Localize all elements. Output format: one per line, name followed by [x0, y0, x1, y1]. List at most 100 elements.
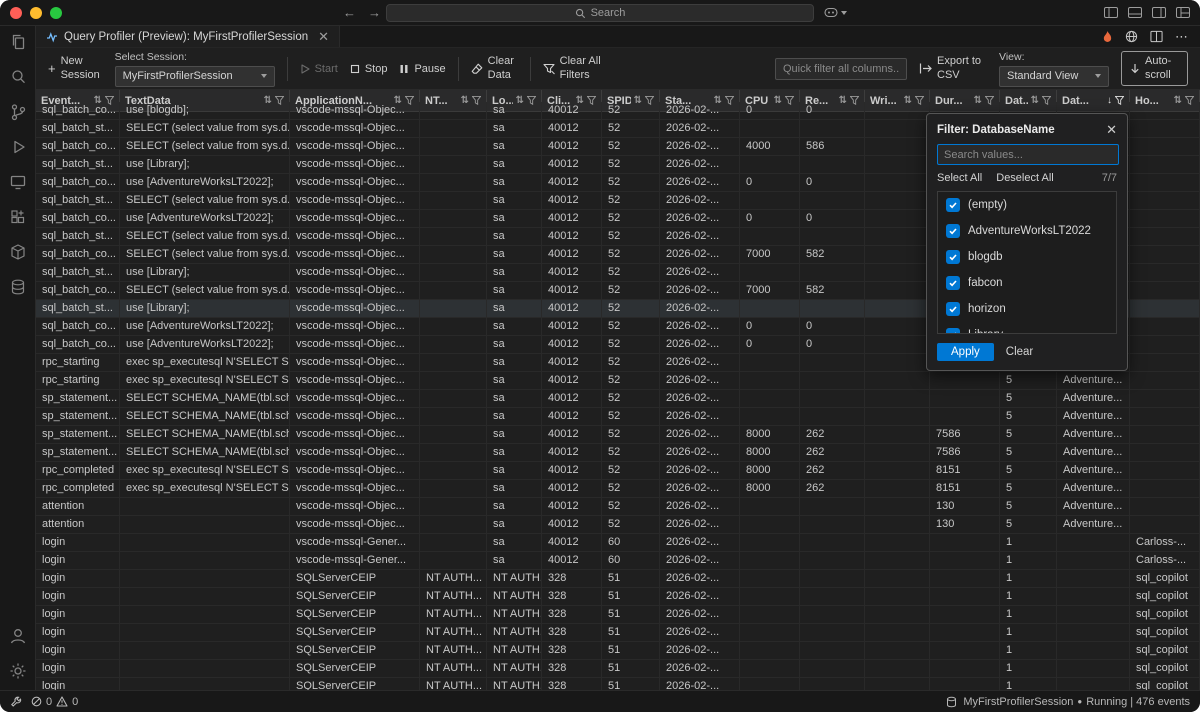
problems-indicator[interactable]: 0 0 — [31, 696, 78, 708]
table-row[interactable]: loginSQLServerCEIPNT AUTH...NT AUTH...32… — [36, 660, 1200, 678]
export-to-csv-button[interactable]: Export to CSV — [919, 55, 987, 83]
table-cell: 52 — [602, 120, 660, 137]
checkbox-checked-icon[interactable] — [946, 276, 960, 290]
stop-button[interactable]: Stop — [350, 63, 388, 75]
table-cell: use [blogdb]; — [120, 102, 290, 119]
table-row[interactable]: loginvscode-mssql-Gener...sa40012602026-… — [36, 534, 1200, 552]
settings-gear-icon[interactable] — [7, 660, 29, 682]
table-cell — [930, 534, 1000, 551]
table-cell: 2026-02-... — [660, 246, 740, 263]
navigate-back-icon[interactable]: ← — [343, 5, 356, 21]
more-actions-icon[interactable]: ⋯ — [1175, 33, 1188, 41]
tools-icon[interactable] — [10, 696, 22, 708]
table-cell — [120, 534, 290, 551]
session-status[interactable]: MyFirstProfilerSession ● Running | 476 e… — [963, 696, 1190, 708]
table-row[interactable]: loginSQLServerCEIPNT AUTH...NT AUTH...32… — [36, 624, 1200, 642]
package-icon[interactable] — [7, 241, 29, 263]
account-icon[interactable] — [7, 625, 29, 647]
select-all-button[interactable]: Select All — [937, 172, 982, 184]
view-select[interactable]: Standard View — [999, 66, 1109, 87]
checkbox-checked-icon[interactable] — [946, 198, 960, 212]
filter-option[interactable]: blogdb — [938, 244, 1116, 270]
source-control-icon[interactable] — [7, 101, 29, 123]
filter-option[interactable]: fabcon — [938, 270, 1116, 296]
table-cell — [800, 516, 865, 533]
table-row[interactable]: loginSQLServerCEIPNT AUTH...NT AUTH...32… — [36, 642, 1200, 660]
toggle-sidebar-left-icon[interactable] — [1104, 7, 1118, 18]
auto-scroll-toggle[interactable]: Auto-scroll — [1121, 51, 1188, 87]
table-cell: SELECT (select value from sys.d... — [120, 138, 290, 155]
table-row[interactable]: sp_statement...SELECT SCHEMA_NAME(tbl.sc… — [36, 444, 1200, 462]
search-sidebar-icon[interactable] — [7, 66, 29, 88]
quick-filter-input[interactable] — [775, 58, 907, 80]
table-cell: 2026-02-... — [660, 138, 740, 155]
table-row[interactable]: loginvscode-mssql-Gener...sa40012602026-… — [36, 552, 1200, 570]
table-cell: 2026-02-... — [660, 444, 740, 461]
session-select[interactable]: MyFirstProfilerSession — [115, 66, 275, 87]
run-debug-icon[interactable] — [7, 136, 29, 158]
table-cell: sa — [487, 318, 542, 335]
maximize-window-button[interactable] — [50, 7, 62, 19]
table-cell: sa — [487, 444, 542, 461]
table-cell: vscode-mssql-Objec... — [290, 336, 420, 353]
clear-all-filters-button[interactable]: Clear All Filters — [543, 55, 606, 83]
deselect-all-button[interactable]: Deselect All — [996, 172, 1053, 184]
table-cell: 40012 — [542, 174, 602, 191]
close-popup-icon[interactable]: ✕ — [1106, 122, 1117, 138]
table-row[interactable]: loginSQLServerCEIPNT AUTH...NT AUTH...32… — [36, 570, 1200, 588]
table-row[interactable]: loginSQLServerCEIPNT AUTH...NT AUTH...32… — [36, 588, 1200, 606]
table-row[interactable]: sp_statement...SELECT SCHEMA_NAME(tbl.sc… — [36, 426, 1200, 444]
explorer-icon[interactable] — [7, 31, 29, 53]
flame-icon[interactable] — [1102, 30, 1113, 43]
extensions-icon[interactable] — [7, 206, 29, 228]
copilot-menu[interactable] — [824, 7, 847, 18]
close-tab-icon[interactable]: ✕ — [318, 29, 329, 45]
minimize-window-button[interactable] — [30, 7, 42, 19]
database-icon[interactable] — [7, 276, 29, 298]
tab-query-profiler[interactable]: Query Profiler (Preview): MyFirstProfile… — [36, 26, 340, 47]
table-cell: exec sp_executesql N'SELECT S... — [120, 480, 290, 497]
pause-button[interactable]: Pause — [399, 63, 445, 75]
table-cell — [865, 102, 930, 119]
checkbox-checked-icon[interactable] — [946, 224, 960, 238]
table-row[interactable]: attentionvscode-mssql-Objec...sa40012522… — [36, 498, 1200, 516]
filter-option[interactable]: Library — [938, 322, 1116, 334]
table-cell — [740, 390, 800, 407]
table-cell: NT AUTH... — [420, 570, 487, 587]
command-center-search[interactable]: Search — [386, 4, 814, 22]
table-row[interactable]: loginSQLServerCEIPNT AUTH...NT AUTH...32… — [36, 678, 1200, 690]
start-button[interactable]: Start — [300, 63, 338, 75]
filter-option[interactable]: (empty) — [938, 192, 1116, 218]
table-cell: sql_copilot — [1130, 678, 1200, 690]
close-window-button[interactable] — [10, 7, 22, 19]
table-cell: sql_batch_st... — [36, 156, 120, 173]
table-row[interactable]: rpc_startingexec sp_executesql N'SELECT … — [36, 372, 1200, 390]
split-editor-icon[interactable] — [1150, 30, 1163, 43]
table-cell: sa — [487, 228, 542, 245]
customize-layout-icon[interactable] — [1176, 7, 1190, 18]
checkbox-checked-icon[interactable] — [946, 250, 960, 264]
table-row[interactable]: sp_statement...SELECT SCHEMA_NAME(tbl.sc… — [36, 408, 1200, 426]
remote-explorer-icon[interactable] — [7, 171, 29, 193]
new-session-button[interactable]: + New Session — [48, 55, 103, 83]
table-row[interactable]: rpc_completedexec sp_executesql N'SELECT… — [36, 462, 1200, 480]
filter-option[interactable]: horizon — [938, 296, 1116, 322]
apply-button[interactable]: Apply — [937, 343, 994, 361]
table-row[interactable]: sp_statement...SELECT SCHEMA_NAME(tbl.sc… — [36, 390, 1200, 408]
clear-data-button[interactable]: Clear Data — [471, 55, 518, 83]
navigate-forward-icon[interactable]: → — [368, 5, 381, 21]
checkbox-checked-icon[interactable] — [946, 302, 960, 316]
table-row[interactable]: attentionvscode-mssql-Objec...sa40012522… — [36, 516, 1200, 534]
table-cell — [120, 516, 290, 533]
filter-search-input[interactable] — [937, 144, 1119, 165]
chevron-down-icon — [261, 74, 267, 78]
toggle-sidebar-right-icon[interactable] — [1152, 7, 1166, 18]
globe-icon[interactable] — [1125, 30, 1138, 43]
toggle-panel-icon[interactable] — [1128, 7, 1142, 18]
table-cell — [740, 372, 800, 389]
table-row[interactable]: rpc_completedexec sp_executesql N'SELECT… — [36, 480, 1200, 498]
filter-option[interactable]: AdventureWorksLT2022 — [938, 218, 1116, 244]
table-row[interactable]: loginSQLServerCEIPNT AUTH...NT AUTH...32… — [36, 606, 1200, 624]
table-cell: 40012 — [542, 408, 602, 425]
clear-button[interactable]: Clear — [1006, 346, 1033, 358]
